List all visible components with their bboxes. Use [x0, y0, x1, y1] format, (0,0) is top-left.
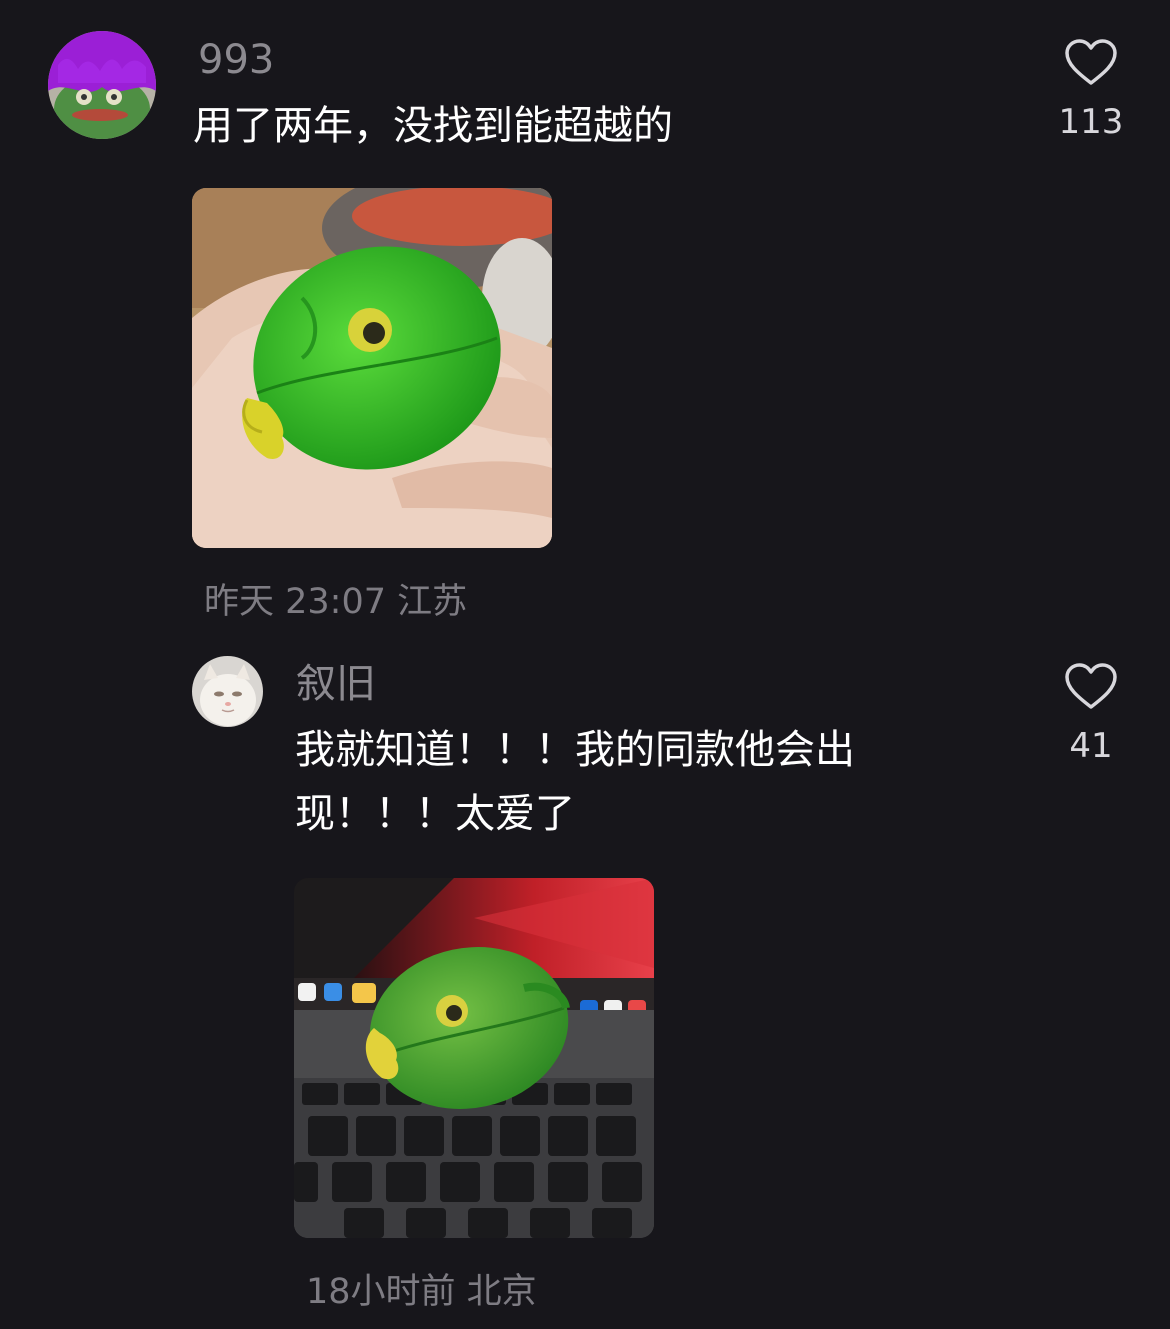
heart-outline-icon — [1065, 663, 1117, 709]
username[interactable]: 叙旧 — [296, 660, 376, 708]
like-count: 113 — [1058, 102, 1124, 142]
comment-meta: 昨天 23:07 江苏 — [204, 582, 468, 622]
username[interactable]: 993 — [198, 36, 274, 84]
comment-photo[interactable] — [294, 878, 654, 1238]
comment-meta: 18小时前 北京 — [306, 1272, 537, 1312]
comment-text: 用了两年，没找到能超越的 — [193, 103, 673, 149]
avatar[interactable] — [48, 31, 156, 139]
comment-photo[interactable] — [192, 188, 552, 548]
like-button[interactable]: 41 — [1046, 662, 1136, 768]
like-button[interactable]: 113 — [1046, 38, 1136, 144]
comment-text: 我就知道！！！我的同款他会出现！！！太爱了 — [295, 727, 855, 837]
like-count: 41 — [1069, 726, 1113, 766]
heart-outline-icon — [1065, 39, 1117, 85]
avatar[interactable] — [192, 656, 263, 727]
